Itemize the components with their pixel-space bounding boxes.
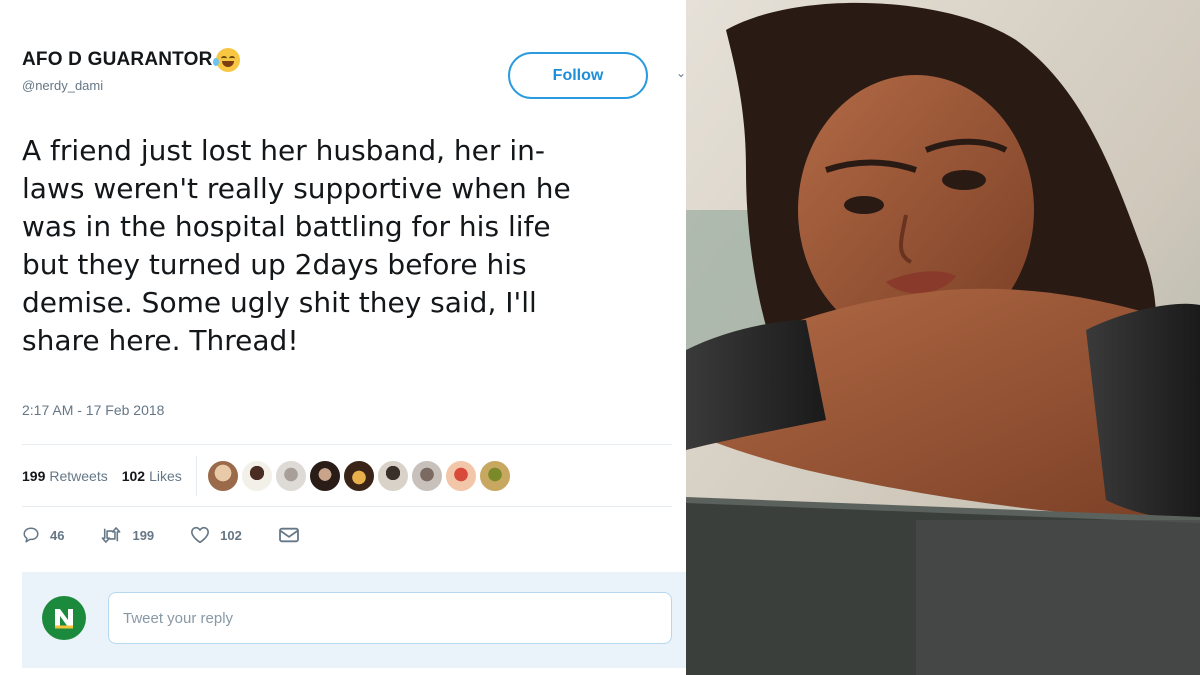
divider [22,444,672,445]
tweet-text-line: but they turned up 2days before his [22,248,527,281]
liker-avatar[interactable] [410,460,443,492]
reply-input[interactable] [108,592,672,644]
retweets-count: 199 [22,468,46,484]
tweet-text-line: demise. Some ugly shit they said, I'll [22,286,537,319]
brand-n-icon [55,609,73,629]
retweets-label: Retweets [49,468,108,484]
reply-icon [23,527,39,543]
tweet-timestamp[interactable]: 2:17 AM - 17 Feb 2018 [22,402,164,418]
likes-label: Likes [149,468,182,484]
avatar[interactable] [42,596,86,640]
reply-count: 46 [50,527,65,543]
tears-of-joy-emoji-icon [212,48,240,72]
tweet-card: AFO D GUARANTOR @nerdy_dami Follow ⌄ A f… [0,0,686,675]
tweet-text-line: A friend just lost her husband, her in- [22,134,545,167]
heart-icon [191,526,210,544]
liker-avatar[interactable] [240,460,273,492]
mail-icon [278,527,299,543]
woman-resting-chin-illustration [686,0,1200,675]
direct-message-button[interactable] [278,526,310,544]
follow-button[interactable]: Follow [508,52,648,99]
retweet-icon [102,527,121,543]
liker-avatar[interactable] [274,460,307,492]
tweet-text: A friend just lost her husband, her in- … [22,132,662,360]
likes-stat[interactable]: 102 Likes [122,468,182,484]
caret-down-icon[interactable]: ⌄ [676,66,686,80]
tweet-text-line: laws weren't really supportive when he [22,172,571,205]
liker-avatar[interactable] [308,460,341,492]
woman-photo [686,0,1200,675]
reply-button[interactable]: 46 [22,526,64,544]
reply-composer [22,572,686,668]
tweet-actions: 46 199 102 [22,526,346,544]
tweet-text-line: was in the hospital battling for his lif… [22,210,551,243]
stats-separator [195,456,197,496]
liker-avatars [206,460,513,492]
tweet-header: AFO D GUARANTOR @nerdy_dami [22,48,240,93]
liker-avatar[interactable] [444,460,477,492]
retweet-button[interactable]: 199 [100,526,154,544]
likes-count: 102 [121,468,146,484]
like-count: 102 [220,527,242,543]
divider [22,506,672,507]
display-name-row: AFO D GUARANTOR [22,48,240,72]
like-button[interactable]: 102 [190,526,242,544]
tweet-stats: 199 Retweets 102 Likes [22,456,513,496]
user-handle[interactable]: @nerdy_dami [22,78,240,93]
liker-avatar[interactable] [478,460,511,492]
retweet-count: 199 [132,527,155,543]
liker-avatar[interactable] [376,460,409,492]
liker-avatar[interactable] [206,460,239,492]
display-name[interactable]: AFO D GUARANTOR [22,49,213,71]
liker-avatar[interactable] [342,460,375,492]
tweet-text-line: share here. Thread! [22,324,299,357]
retweets-stat[interactable]: 199 Retweets [22,468,108,484]
